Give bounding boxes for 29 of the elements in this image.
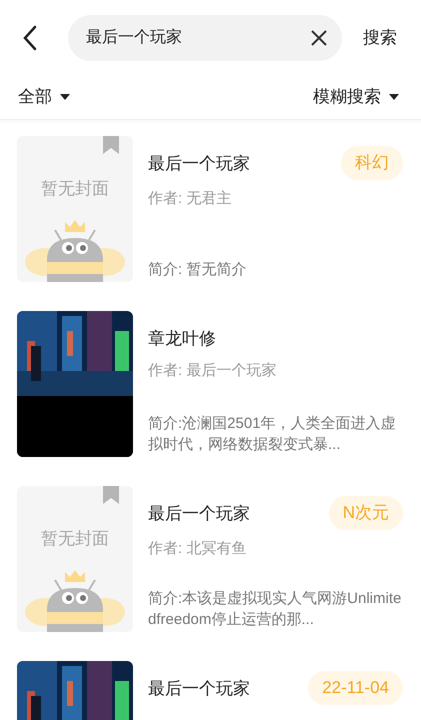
tag-badge: 22-11-04 — [308, 671, 403, 705]
book-result[interactable]: 暂无封面 最后一个玩家 N次元 作者: 北冥有鱼 简介:本该是虚拟现实人气网游Unlimitedfreedom停止运营的那... — [17, 486, 403, 632]
caret-icon — [60, 94, 70, 100]
intro-text: 简介:本该是虚拟现实人气网游Unlimitedfreedom停止运营的那... — [148, 589, 402, 630]
bookmark-icon — [103, 486, 119, 504]
book-result[interactable]: 最后一个玩家 22-11-04 — [17, 661, 403, 720]
search-mode-dropdown[interactable]: 模糊搜索 — [313, 84, 399, 110]
category-dropdown[interactable]: 全部 — [18, 84, 70, 110]
author-text: 作者: 最后一个玩家 — [148, 360, 278, 380]
book-title: 章龙叶修 — [148, 328, 216, 350]
author-text: 作者: 北冥有鱼 — [148, 539, 248, 559]
book-result[interactable]: 章龙叶修 作者: 最后一个玩家 简介:沧澜国2501年，人类全面进入虚拟时代，网络数据裂变式暴... — [17, 311, 403, 457]
clear-icon[interactable] — [310, 28, 328, 46]
author-text: 作者: 无君主 — [148, 189, 232, 209]
no-cover-text: 暂无封面 — [40, 528, 110, 550]
intro-text: 简介: 暂无简介 — [148, 260, 248, 280]
tag-badge: 科幻 — [341, 146, 403, 180]
tag-badge: N次元 — [328, 496, 403, 530]
book-result[interactable]: 暂无封面 最后一个玩家 科幻 作者: 无君主 简介: 暂无简介 — [17, 136, 403, 282]
search-button[interactable]: 搜索 — [363, 24, 397, 50]
caret-icon — [389, 94, 399, 100]
bookmark-icon — [103, 136, 119, 154]
back-icon[interactable] — [22, 24, 38, 50]
book-title: 最后一个玩家 — [148, 678, 250, 700]
search-field[interactable]: 最后一个玩家 — [68, 14, 342, 60]
book-title: 最后一个玩家 — [148, 503, 250, 525]
book-title: 最后一个玩家 — [148, 153, 250, 175]
no-cover-text: 暂无封面 — [40, 178, 110, 200]
intro-text: 简介:沧澜国2501年，人类全面进入虚拟时代，网络数据裂变式暴... — [148, 414, 397, 455]
